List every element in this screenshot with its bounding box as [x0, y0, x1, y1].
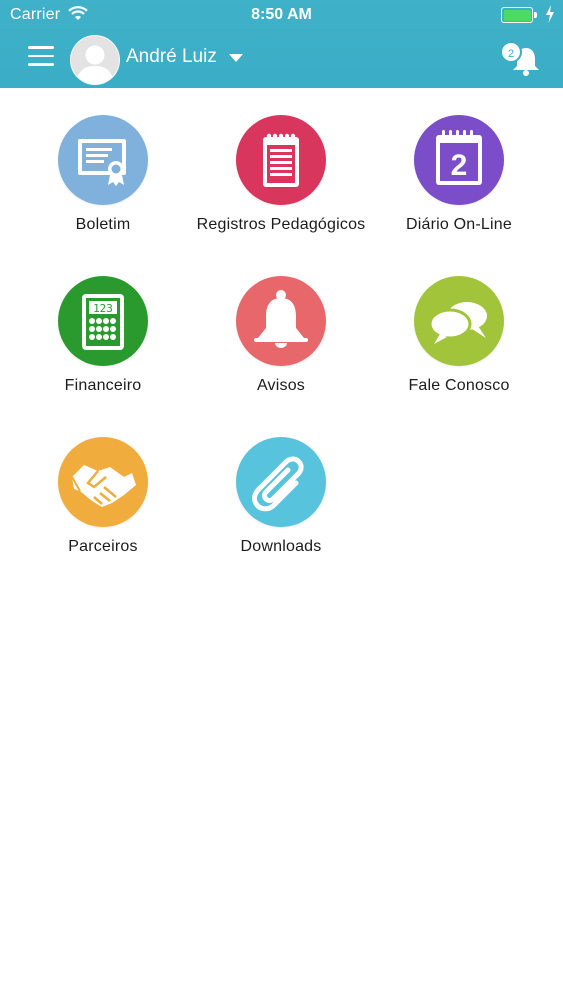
tile-label: Downloads: [240, 538, 322, 555]
calculator-display: 123: [93, 302, 113, 315]
hamburger-menu-icon[interactable]: [28, 46, 54, 66]
tile-fale-conosco[interactable]: Fale Conosco: [370, 276, 548, 395]
tile-financeiro[interactable]: 123 Financeiro: [14, 276, 192, 395]
tile-parceiros[interactable]: Parceiros: [14, 437, 192, 556]
chat-bubbles-icon: [414, 276, 504, 366]
bell-icon: [236, 276, 326, 366]
user-name[interactable]: André Luiz: [126, 46, 217, 68]
avatar[interactable]: [70, 35, 120, 85]
tile-label: Avisos: [256, 377, 306, 394]
tile-avisos[interactable]: Avisos: [192, 276, 370, 395]
chevron-down-icon[interactable]: [229, 54, 243, 62]
tile-label: Registros Pedagógicos: [196, 216, 366, 233]
app-header: Carrier 8:50 AM André Luiz 2: [0, 0, 563, 88]
user-silhouette-icon: [71, 36, 119, 84]
calendar-icon: 2: [414, 115, 504, 205]
notifications-button[interactable]: 2: [498, 38, 544, 78]
handshake-icon: [58, 437, 148, 527]
tile-label: Diário On-Line: [406, 216, 512, 233]
tile-diario-online[interactable]: 2 Diário On-Line: [370, 115, 548, 234]
tile-registros-pedagogicos[interactable]: Registros Pedagógicos: [192, 115, 370, 234]
charging-icon: [546, 5, 554, 23]
notepad-icon: [236, 115, 326, 205]
calculator-icon: 123: [58, 276, 148, 366]
notification-badge: 2: [500, 41, 522, 63]
paperclip-icon: [236, 437, 326, 527]
status-time: 8:50 AM: [251, 6, 312, 23]
certificate-icon: [58, 115, 148, 205]
tile-label: Fale Conosco: [408, 377, 510, 394]
tile-label: Financeiro: [64, 377, 142, 394]
status-bar: Carrier 8:50 AM: [0, 0, 563, 30]
tile-downloads[interactable]: Downloads: [192, 437, 370, 556]
battery-icon: [501, 7, 537, 23]
tile-label: Boletim: [75, 216, 131, 233]
tile-label: Parceiros: [68, 538, 138, 555]
tile-boletim[interactable]: Boletim: [14, 115, 192, 234]
calendar-day: 2: [451, 149, 468, 182]
